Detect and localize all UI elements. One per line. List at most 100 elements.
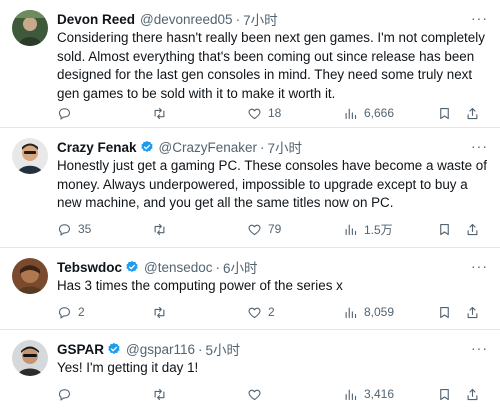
action-bar: 3,416 (57, 385, 487, 403)
share-icon (467, 306, 478, 318)
tweet-gspar[interactable]: GSPAR @gspar116 · 5小时 ··· Yes! I'm getti… (0, 330, 500, 410)
bookmark-icon (440, 306, 449, 318)
timestamp[interactable]: 7小时 (268, 137, 303, 157)
timestamp[interactable]: 5小时 (206, 339, 241, 359)
author-handle[interactable]: @tensedoc (144, 260, 213, 275)
more-icon[interactable]: ··· (471, 340, 488, 356)
retweet-icon (154, 223, 165, 235)
action-bar: 35 79 1.5万 (57, 220, 487, 238)
author-handle[interactable]: @devonreed05 (140, 12, 233, 27)
reply-button[interactable]: 2 (57, 303, 85, 321)
reply-button[interactable] (57, 104, 78, 122)
share-button[interactable] (465, 104, 480, 122)
retweet-button[interactable] (152, 220, 173, 238)
share-button[interactable] (465, 220, 480, 238)
views-icon (345, 108, 357, 119)
like-button[interactable]: 2 (247, 303, 275, 321)
views-icon (345, 307, 357, 318)
avatar[interactable] (12, 10, 48, 46)
author-handle[interactable]: @CrazyFenaker (159, 140, 257, 155)
reply-icon (58, 306, 71, 319)
tweet-text: Has 3 times the computing power of the s… (57, 278, 343, 293)
share-button[interactable] (465, 385, 480, 403)
like-count: 79 (268, 222, 282, 236)
verified-badge-icon (125, 260, 139, 274)
retweet-icon (154, 388, 165, 400)
timestamp[interactable]: 6小时 (223, 257, 258, 277)
share-icon (467, 223, 478, 235)
tweet-text: Yes! I'm getting it day 1! (57, 360, 199, 375)
share-icon (467, 107, 478, 119)
like-button[interactable]: 18 (247, 104, 281, 122)
retweet-icon (154, 306, 165, 318)
like-count: 18 (268, 106, 282, 120)
reply-icon (58, 223, 71, 236)
reply-count: 35 (78, 222, 92, 236)
like-button[interactable]: 79 (247, 220, 281, 238)
bookmark-button[interactable] (437, 220, 452, 238)
views-count: 3,416 (364, 387, 395, 401)
like-icon (248, 307, 261, 318)
bookmark-icon (440, 107, 449, 119)
retweet-button[interactable] (152, 104, 173, 122)
tweet-text: Honestly just get a gaming PC. These con… (57, 158, 487, 211)
views-count: 8,059 (364, 305, 395, 319)
author-name[interactable]: Devon Reed (57, 12, 135, 27)
views-icon (345, 389, 357, 400)
reply-button[interactable] (57, 385, 78, 403)
reply-icon (58, 388, 71, 401)
tweet-header: GSPAR @gspar116 · 5小时 ··· (57, 340, 488, 358)
verified-badge-icon (140, 140, 154, 154)
more-icon[interactable]: ··· (471, 138, 488, 154)
more-icon[interactable]: ··· (471, 10, 488, 26)
author-name[interactable]: Tebswdoc (57, 260, 122, 275)
views-button[interactable]: 6,666 (343, 104, 394, 122)
separator-dot: · (260, 139, 265, 155)
retweet-button[interactable] (152, 385, 173, 403)
views-button[interactable]: 8,059 (343, 303, 394, 321)
timestamp[interactable]: 7小时 (243, 9, 278, 29)
reply-button[interactable]: 35 (57, 220, 91, 238)
author-name[interactable]: GSPAR (57, 342, 104, 357)
bookmark-icon (440, 388, 449, 400)
views-count: 1.5万 (364, 222, 393, 237)
views-button[interactable]: 1.5万 (343, 220, 393, 238)
tweet-tebswdoc[interactable]: Tebswdoc @tensedoc · 6小时 ··· Has 3 times… (0, 248, 500, 330)
tweet-text: Considering there hasn't really been nex… (57, 30, 485, 101)
author-name[interactable]: Crazy Fenak (57, 140, 137, 155)
bookmark-button[interactable] (437, 385, 452, 403)
retweet-button[interactable] (152, 303, 173, 321)
author-handle[interactable]: @gspar116 (126, 342, 195, 357)
separator-dot: · (215, 259, 221, 275)
tweet-crazy-fenak[interactable]: Crazy Fenak @CrazyFenaker · 7小时 ··· Hone… (0, 128, 500, 248)
reply-feed: Devon Reed @devonreed05 · 7小时 ··· Consid… (0, 0, 500, 410)
avatar[interactable] (12, 258, 48, 294)
reply-count: 2 (78, 305, 85, 319)
retweet-icon (154, 107, 165, 119)
tweet-header: Devon Reed @devonreed05 · 7小时 ··· (57, 10, 488, 28)
like-button[interactable] (247, 385, 268, 403)
bookmark-button[interactable] (437, 104, 452, 122)
views-icon (345, 224, 357, 235)
tweet-devon-reed[interactable]: Devon Reed @devonreed05 · 7小时 ··· Consid… (0, 0, 500, 128)
bookmark-button[interactable] (437, 303, 452, 321)
verified-badge-icon (107, 342, 121, 356)
separator-dot: · (235, 11, 241, 27)
like-icon (248, 108, 261, 119)
tweet-header: Tebswdoc @tensedoc · 6小时 ··· (57, 258, 488, 276)
reply-icon (58, 107, 71, 120)
more-icon[interactable]: ··· (471, 258, 488, 274)
avatar[interactable] (12, 340, 48, 376)
bookmark-icon (440, 223, 449, 235)
share-button[interactable] (465, 303, 480, 321)
like-icon (248, 389, 261, 400)
separator-dot: · (198, 341, 203, 357)
action-bar: 18 6,666 (57, 104, 487, 122)
like-count: 2 (268, 305, 275, 319)
tweet-header: Crazy Fenak @CrazyFenaker · 7小时 ··· (57, 138, 488, 156)
like-icon (248, 224, 261, 235)
action-bar: 2 2 8,059 (57, 303, 487, 321)
views-button[interactable]: 3,416 (343, 385, 394, 403)
share-icon (467, 388, 478, 400)
avatar[interactable] (12, 138, 48, 174)
